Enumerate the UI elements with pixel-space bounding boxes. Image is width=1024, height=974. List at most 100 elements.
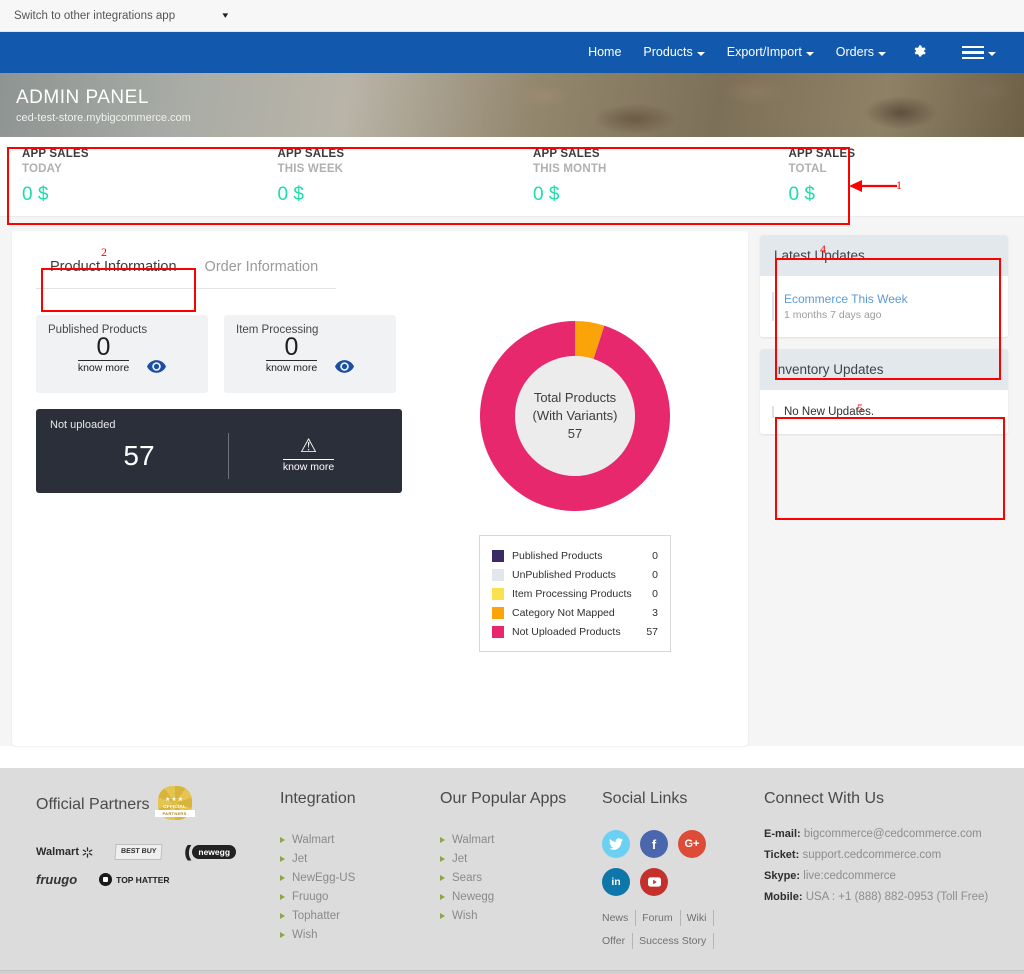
bullet-arrow-icon <box>280 874 285 881</box>
nav-item-export-import[interactable]: Export/Import <box>716 32 825 73</box>
list-item[interactable]: Jet <box>440 849 602 868</box>
latest-update-link[interactable]: Ecommerce This Week <box>784 292 994 306</box>
newegg-logo: ((( newegg <box>184 842 237 862</box>
bullet-arrow-icon <box>440 893 445 900</box>
list-item-label: Fruugo <box>292 890 329 903</box>
store-domain: ced-test-store.mybigcommerce.com <box>16 112 191 124</box>
twitter-icon[interactable] <box>602 830 630 858</box>
nav-item-home-label: Home <box>588 45 622 59</box>
list-item[interactable]: Fruugo <box>280 887 440 906</box>
youtube-icon[interactable] <box>640 868 668 896</box>
app-sales-strip: APP SALES TODAY 0 $ APP SALES THIS WEEK … <box>0 137 1024 217</box>
list-item-label: Jet <box>452 852 468 865</box>
footer-partners-heading-row: Official Partners ★★★ OFFICIAL PARTNERS <box>36 786 280 820</box>
sales-title: APP SALES <box>22 147 89 160</box>
latest-updates-header: Latest Updates <box>760 235 1008 276</box>
caret-down-icon <box>878 51 886 56</box>
product-stats-row: Published Products 0 know more Item Proc… <box>36 315 730 652</box>
list-item-label: NewEgg-US <box>292 871 356 884</box>
not-uploaded-know-more-link[interactable]: know more <box>282 459 335 473</box>
menu-toggle-button[interactable] <box>944 45 1002 60</box>
list-item[interactable]: Wish <box>440 906 602 925</box>
inventory-update-item: No New Updates. <box>772 406 994 418</box>
products-donut-chart-column: Total Products (With Variants) 57 Publis… <box>450 315 700 652</box>
tab-product-information-label: Product Information <box>50 259 177 275</box>
contact-row-email: E-mail: bigcommerce@cedcommerce.com <box>764 828 1000 840</box>
integration-list: Walmart Jet NewEgg-US Fruugo Tophatter W… <box>280 830 440 944</box>
list-item[interactable]: Sears <box>440 868 602 887</box>
tab-order-information[interactable]: Order Information <box>191 249 333 288</box>
footer-popular-apps-heading: Our Popular Apps <box>440 790 567 807</box>
contact-label: Mobile: <box>764 891 803 903</box>
eye-icon[interactable] <box>335 360 355 373</box>
nav-item-home[interactable]: Home <box>577 32 632 73</box>
legend-value: 0 <box>652 587 658 600</box>
bullet-arrow-icon <box>280 836 285 843</box>
eye-icon[interactable] <box>147 360 167 373</box>
sales-card-this-week: APP SALES THIS WEEK 0 $ <box>258 148 514 206</box>
inventory-updates-header: Inventory Updates <box>760 349 1008 390</box>
walmart-logo: Walmart <box>36 846 93 858</box>
published-products-value: 0 <box>96 333 111 361</box>
item-processing-card: Item Processing 0 know more <box>224 315 396 393</box>
footer-social-heading: Social Links <box>602 790 688 807</box>
donut-center-line-3: 57 <box>567 426 583 441</box>
list-item[interactable]: Jet <box>280 849 440 868</box>
list-item[interactable]: Walmart <box>440 830 602 849</box>
tab-product-information[interactable]: Product Information <box>36 249 191 288</box>
bullet-arrow-icon <box>280 855 285 862</box>
chart-legend: Published Products 0 UnPublished Product… <box>479 535 671 652</box>
popular-apps-list: Walmart Jet Sears Newegg Wish <box>440 830 602 925</box>
badge-stars: ★★★ <box>164 797 185 803</box>
footer-link-wiki[interactable]: Wiki <box>687 910 715 926</box>
switch-integrations-app-select[interactable]: Switch to other integrations app ▾ <box>0 0 240 32</box>
integration-switch-bar: Switch to other integrations app ▾ <box>0 0 1024 32</box>
legend-item: Not Uploaded Products 57 <box>492 622 658 641</box>
list-item[interactable]: Wish <box>280 925 440 944</box>
caret-down-icon <box>805 51 814 56</box>
dashboard-body: Product Information Order Information Pu… <box>0 217 1024 746</box>
facebook-icon[interactable]: f <box>640 830 668 858</box>
contact-list: E-mail: bigcommerce@cedcommerce.com Tick… <box>764 828 1000 903</box>
processing-know-more-link[interactable]: know more <box>265 360 318 374</box>
footer-link-offer[interactable]: Offer <box>602 933 634 949</box>
badge-line1: OFFICIAL <box>163 804 186 809</box>
footer-link-success-story[interactable]: Success Story <box>639 933 715 949</box>
footer-social-column: Social Links f G+ in News Forum Wiki Off… <box>602 790 764 956</box>
contact-row-ticket: Ticket: support.cedcommerce.com <box>764 849 1000 861</box>
google-plus-icon[interactable]: G+ <box>678 830 706 858</box>
footer-link-news[interactable]: News <box>602 910 637 926</box>
legend-label: Published Products <box>512 549 603 562</box>
list-item-label: Wish <box>292 928 318 941</box>
legend-item: UnPublished Products 0 <box>492 565 658 584</box>
latest-update-item: Ecommerce This Week 1 months 7 days ago <box>772 292 994 321</box>
nav-item-products[interactable]: Products <box>632 32 715 73</box>
item-processing-value: 0 <box>284 333 299 361</box>
sales-card-today: APP SALES TODAY 0 $ <box>0 148 258 206</box>
list-item[interactable]: Newegg <box>440 887 602 906</box>
list-item-label: Jet <box>292 852 308 865</box>
donut-center-label: Total Products (With Variants) 57 <box>515 356 635 476</box>
list-item[interactable]: Walmart <box>280 830 440 849</box>
contact-label: Ticket: <box>764 849 800 861</box>
list-item-label: Walmart <box>452 833 495 846</box>
donut-center-line-2: (With Variants) <box>532 408 618 423</box>
published-know-more-link[interactable]: know more <box>77 360 130 374</box>
list-item[interactable]: NewEgg-US <box>280 868 440 887</box>
linkedin-icon[interactable]: in <box>602 868 630 896</box>
contact-row-mobile: Mobile: USA : +1 (888) 882-0953 (Toll Fr… <box>764 891 1000 903</box>
list-item-label: Tophatter <box>292 909 340 922</box>
list-item[interactable]: Tophatter <box>280 906 440 925</box>
legend-item: Item Processing Products 0 <box>492 584 658 603</box>
sales-title: APP SALES <box>277 147 345 160</box>
footer-quick-links: News Forum Wiki Offer Success Story <box>602 910 752 956</box>
dashboard-tabs: Product Information Order Information <box>36 249 336 289</box>
nav-item-orders[interactable]: Orders <box>825 32 897 73</box>
footer-popular-apps-column: Our Popular Apps Walmart Jet Sears Neweg… <box>440 790 602 956</box>
footer-partners-heading: Official Partners <box>36 796 150 813</box>
settings-button[interactable] <box>897 43 944 62</box>
nav-item-products-label: Products <box>643 45 693 59</box>
tab-order-information-label: Order Information <box>204 259 319 275</box>
inventory-updates-panel: Inventory Updates No New Updates. <box>760 349 1008 434</box>
footer-link-forum[interactable]: Forum <box>642 910 681 926</box>
